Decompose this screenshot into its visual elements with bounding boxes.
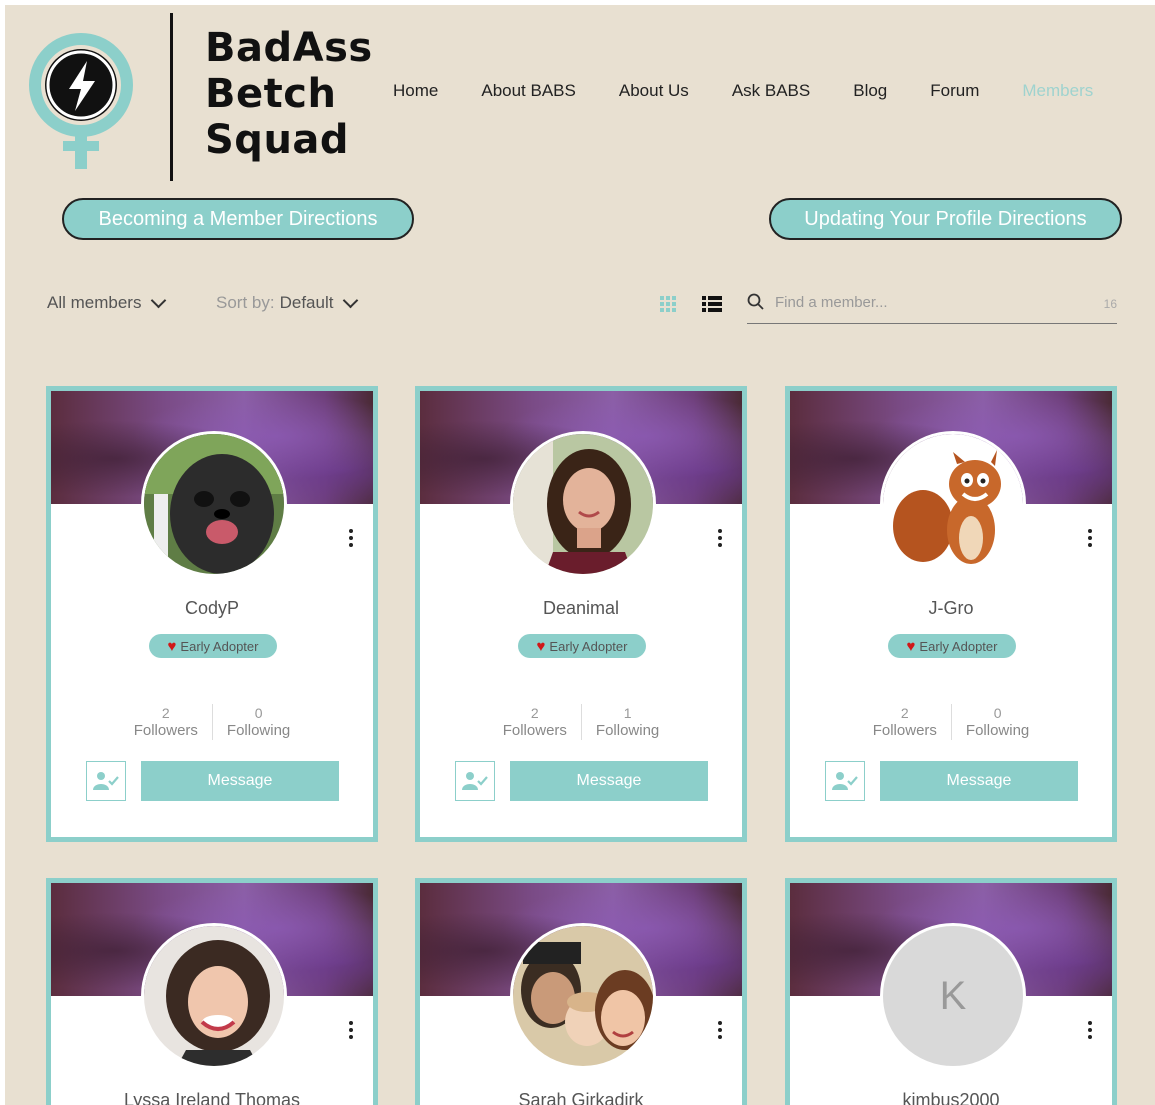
avatar[interactable] [141,923,287,1069]
early-adopter-badge: ♥ Early Adopter [888,634,1016,658]
more-options-icon[interactable] [349,529,353,550]
filter-label: All members [47,293,142,312]
following-stat[interactable]: 0 Following [952,704,1029,740]
followers-count: 2 [530,705,539,721]
page: BadAss Betch Squad Home About BABS About… [5,5,1155,1105]
follow-button[interactable] [86,761,126,801]
followers-stat[interactable]: 2 Followers [503,704,582,740]
list-view-icon[interactable] [702,295,722,313]
grid-view-icon[interactable] [659,295,677,313]
brand-name: BadAss Betch Squad [205,25,373,163]
avatar[interactable] [141,431,287,577]
early-adopter-badge: ♥ Early Adopter [149,634,277,658]
nav-about-babs[interactable]: About BABS [481,81,576,101]
member-name[interactable]: Deanimal [420,598,742,619]
sort-dropdown[interactable]: Sort by: Default [216,292,359,313]
nav-blog[interactable]: Blog [853,81,887,101]
chevron-down-icon [343,292,359,308]
message-button[interactable]: Message [880,761,1078,801]
following-label: Following [226,722,291,739]
followers-label: Followers [502,722,567,739]
avatar[interactable] [510,431,656,577]
search-input[interactable] [773,293,1077,312]
nav-ask-babs[interactable]: Ask BABS [732,81,810,101]
more-options-icon[interactable] [1088,529,1092,550]
more-options-icon[interactable] [718,529,722,550]
brand-line: Squad [205,117,350,163]
follow-user-icon [832,772,858,790]
heart-icon: ♥ [536,637,546,655]
message-button[interactable]: Message [510,761,708,801]
followers-stat[interactable]: 2 Followers [873,704,952,740]
search-icon [747,293,764,310]
member-card[interactable]: K kimbus2000 [785,878,1117,1105]
member-card[interactable]: CodyP ♥ Early Adopter 2 Followers 0 Foll… [46,386,378,842]
member-name[interactable]: J-Gro [790,598,1112,619]
member-search: 16 [747,289,1117,324]
chevron-down-icon [151,292,167,308]
follow-stats: 2 Followers 0 Following [790,704,1112,740]
early-adopter-badge: ♥ Early Adopter [518,634,646,658]
members-toolbar: All members Sort by: Default Find a memb… [47,292,1119,333]
nav-members[interactable]: Members [1022,81,1093,101]
member-card[interactable]: Deanimal ♥ Early Adopter 2 Followers 1 F… [415,386,747,842]
member-card[interactable]: Lyssa Ireland Thomas [46,878,378,1105]
following-label: Following [595,722,660,739]
member-count: 16 [1103,297,1117,311]
avatar-initial[interactable]: K [880,923,1026,1069]
follow-button[interactable] [825,761,865,801]
followers-count: 2 [161,705,170,721]
heart-icon: ♥ [906,637,916,655]
member-card[interactable]: J-Gro ♥ Early Adopter 2 Followers 0 Foll… [785,386,1117,842]
more-options-icon[interactable] [718,1021,722,1042]
updating-profile-button[interactable]: Updating Your Profile Directions [769,198,1122,240]
member-name[interactable]: Lyssa Ireland Thomas [51,1090,373,1105]
following-label: Following [965,722,1030,739]
member-card[interactable]: Sarah Girkadirk [415,878,747,1105]
followers-count: 2 [900,705,909,721]
following-count: 0 [254,705,263,721]
member-name[interactable]: CodyP [51,598,373,619]
venus-bolt-icon [29,33,133,169]
heart-icon: ♥ [167,637,177,655]
avatar[interactable] [510,923,656,1069]
member-name[interactable]: Sarah Girkadirk [420,1090,742,1105]
followers-label: Followers [133,722,198,739]
badge-label: Early Adopter [549,638,628,654]
nav-about-us[interactable]: About Us [619,81,689,101]
member-name[interactable]: kimbus2000 [790,1090,1112,1105]
following-count: 0 [993,705,1002,721]
followers-label: Followers [872,722,937,739]
brand-line: Betch [205,71,337,117]
nav-home[interactable]: Home [393,81,438,101]
nav-forum[interactable]: Forum [930,81,979,101]
main-nav: Home About BABS About Us Ask BABS Blog F… [393,81,1093,101]
brand-line: BadAss [205,25,373,71]
badge-label: Early Adopter [919,638,998,654]
logo-divider [170,13,173,181]
message-button[interactable]: Message [141,761,339,801]
site-logo[interactable]: BadAss Betch Squad [25,13,381,188]
following-stat[interactable]: 1 Following [582,704,659,740]
sort-value: Default [279,293,334,312]
follow-button[interactable] [455,761,495,801]
following-count: 1 [623,705,632,721]
badge-label: Early Adopter [180,638,259,654]
members-filter-dropdown[interactable]: All members [47,292,167,313]
follow-stats: 2 Followers 1 Following [420,704,742,740]
follow-stats: 2 Followers 0 Following [51,704,373,740]
becoming-member-button[interactable]: Becoming a Member Directions [62,198,414,240]
follow-user-icon [462,772,488,790]
followers-stat[interactable]: 2 Followers [134,704,213,740]
following-stat[interactable]: 0 Following [213,704,290,740]
follow-user-icon [93,772,119,790]
more-options-icon[interactable] [349,1021,353,1042]
sort-prefix: Sort by: [216,293,275,312]
more-options-icon[interactable] [1088,1021,1092,1042]
avatar[interactable] [880,431,1026,577]
